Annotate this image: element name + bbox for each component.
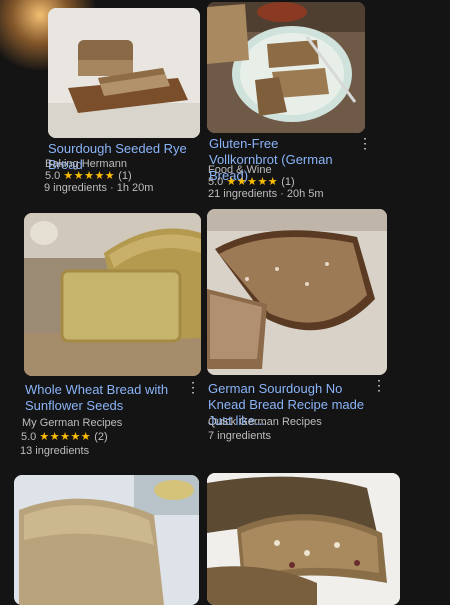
recipe-source-3: My German Recipes bbox=[22, 417, 123, 429]
rating-count: (1) bbox=[281, 176, 295, 188]
recipe-image-4[interactable] bbox=[207, 209, 387, 375]
more-vert-icon[interactable]: ⋮ bbox=[186, 380, 200, 394]
recipe-meta-3: 13 ingredients bbox=[20, 445, 90, 457]
recipe-image-2[interactable] bbox=[207, 2, 365, 133]
rating-count: (1) bbox=[118, 170, 132, 182]
star-icon: ★★★★★ bbox=[63, 170, 116, 182]
recipe-meta-4: 7 ingredients bbox=[208, 430, 271, 442]
recipe-meta-1: 9 ingredients · 1h 20m bbox=[44, 182, 154, 194]
more-vert-icon[interactable]: ⋮ bbox=[358, 136, 372, 150]
recipe-rating-3: 5.0 ★★★★★ (2) bbox=[21, 430, 108, 443]
recipe-image-5[interactable] bbox=[14, 475, 199, 605]
recipe-image-1[interactable] bbox=[48, 8, 200, 138]
recipe-meta-2: 21 ingredients · 20h 5m bbox=[208, 188, 324, 200]
recipe-source-4: Quick German Recipes bbox=[208, 416, 322, 428]
rating-value: 5.0 bbox=[208, 176, 224, 188]
rating-value: 5.0 bbox=[21, 431, 37, 443]
star-icon: ★★★★★ bbox=[39, 431, 92, 443]
recipe-title-3[interactable]: Whole Wheat Bread with Sunflower Seeds bbox=[25, 382, 175, 414]
recipe-rating-1: 5.0 ★★★★★ (1) bbox=[45, 169, 132, 182]
more-vert-icon[interactable]: ⋮ bbox=[372, 378, 386, 392]
rating-value: 5.0 bbox=[45, 170, 61, 182]
recipe-rating-2: 5.0 ★★★★★ (1) bbox=[208, 175, 295, 188]
rating-count: (2) bbox=[94, 431, 108, 443]
recipe-image-6[interactable] bbox=[207, 473, 400, 605]
recipe-image-3[interactable] bbox=[24, 213, 201, 376]
star-icon: ★★★★★ bbox=[226, 176, 279, 188]
